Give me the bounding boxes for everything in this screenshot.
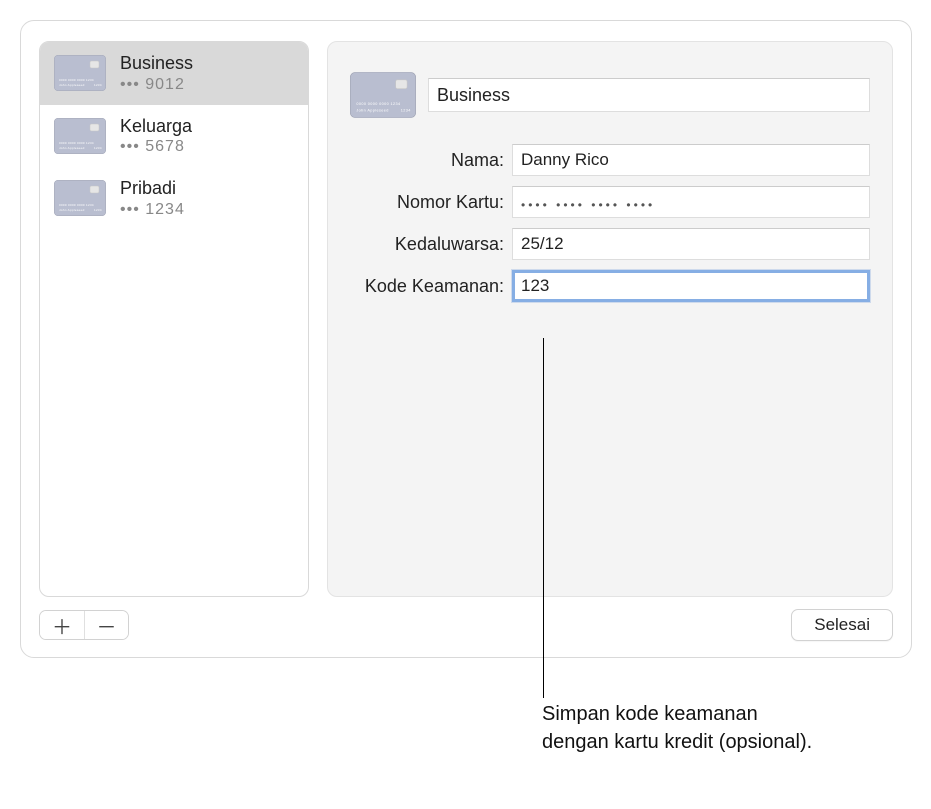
sidebar-item-texts: Pribadi ••• 1234 bbox=[120, 177, 185, 220]
sidebar-item-name: Business bbox=[120, 52, 193, 75]
label-name: Nama: bbox=[350, 150, 504, 171]
sidebar-item-name: Pribadi bbox=[120, 177, 185, 200]
annotation-text: Simpan kode keamanan dengan kartu kredit… bbox=[542, 700, 822, 756]
credit-card-icon bbox=[54, 180, 106, 216]
sidebar-item-name: Keluarga bbox=[120, 115, 192, 138]
cardholder-name-input[interactable] bbox=[512, 144, 870, 176]
card-detail-panel: Nama: Nomor Kartu: Kedaluwarsa: Kode Kea… bbox=[327, 41, 893, 597]
remove-button[interactable]: － bbox=[84, 611, 128, 639]
sidebar-item-pribadi[interactable]: Pribadi ••• 1234 bbox=[40, 167, 308, 230]
sidebar-item-texts: Keluarga ••• 5678 bbox=[120, 115, 192, 158]
row-security-code: Kode Keamanan: bbox=[350, 270, 870, 302]
sidebar-item-last4: ••• 9012 bbox=[120, 75, 193, 95]
credit-card-icon bbox=[54, 55, 106, 91]
add-button[interactable]: ＋ bbox=[40, 611, 84, 639]
sidebar-item-texts: Business ••• 9012 bbox=[120, 52, 193, 95]
credit-card-icon bbox=[54, 118, 106, 154]
detail-header bbox=[350, 72, 870, 118]
done-button[interactable]: Selesai bbox=[791, 609, 893, 641]
row-name: Nama: bbox=[350, 144, 870, 176]
expires-input[interactable] bbox=[512, 228, 870, 260]
card-sidebar: Business ••• 9012 Keluarga ••• 5678 bbox=[39, 41, 309, 597]
sidebar-item-last4: ••• 1234 bbox=[120, 200, 185, 220]
bottom-bar: ＋ － Selesai bbox=[39, 609, 893, 641]
card-list: Business ••• 9012 Keluarga ••• 5678 bbox=[40, 42, 308, 596]
card-settings-window: Business ••• 9012 Keluarga ••• 5678 bbox=[20, 20, 912, 658]
annotation-callout-line bbox=[543, 338, 544, 698]
sidebar-item-business[interactable]: Business ••• 9012 bbox=[40, 42, 308, 105]
row-expires: Kedaluwarsa: bbox=[350, 228, 870, 260]
plus-icon: ＋ bbox=[52, 611, 72, 640]
sidebar-item-last4: ••• 5678 bbox=[120, 137, 192, 157]
card-title-input[interactable] bbox=[428, 78, 870, 112]
add-remove-group: ＋ － bbox=[39, 610, 129, 640]
label-expires: Kedaluwarsa: bbox=[350, 234, 504, 255]
security-code-input[interactable] bbox=[512, 270, 870, 302]
content-row: Business ••• 9012 Keluarga ••• 5678 bbox=[39, 41, 893, 597]
label-card-number: Nomor Kartu: bbox=[350, 192, 504, 213]
credit-card-icon bbox=[350, 72, 416, 118]
card-number-input[interactable] bbox=[512, 186, 870, 218]
form-rows: Nama: Nomor Kartu: Kedaluwarsa: Kode Kea… bbox=[350, 144, 870, 302]
sidebar-item-keluarga[interactable]: Keluarga ••• 5678 bbox=[40, 105, 308, 168]
row-card-number: Nomor Kartu: bbox=[350, 186, 870, 218]
label-security-code: Kode Keamanan: bbox=[350, 276, 504, 297]
minus-icon: － bbox=[97, 611, 117, 640]
